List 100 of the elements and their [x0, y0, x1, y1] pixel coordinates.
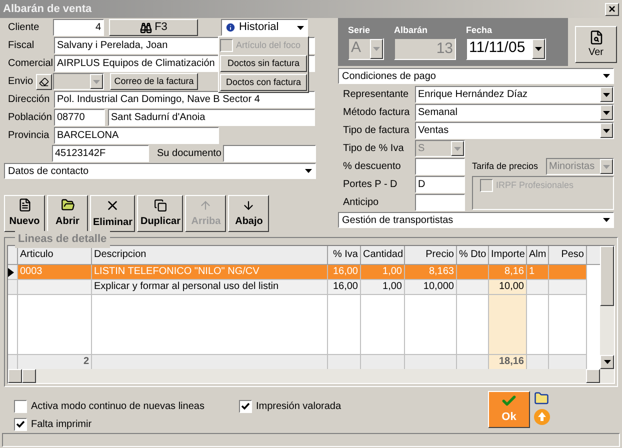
arrow-up-icon — [199, 198, 212, 212]
column-header[interactable]: Alm — [527, 246, 549, 264]
dropdown-arrow-icon — [603, 218, 610, 222]
vertical-scrollbar[interactable] — [600, 246, 614, 369]
toolbar-button[interactable]: Nuevo — [4, 195, 45, 232]
copy-icon — [154, 198, 167, 212]
table-cell: 1,00 — [361, 280, 405, 295]
table-cell: 8,16 — [489, 265, 527, 280]
field-label: Tarifa de precios — [472, 160, 540, 173]
field-label: Tipo de factura — [343, 124, 410, 138]
menu-button[interactable]: Doctos sin factura — [220, 55, 307, 72]
input-field[interactable] — [415, 194, 465, 211]
dropdown-field[interactable]: Semanal — [415, 104, 614, 121]
table-cell: 1,00 — [361, 265, 405, 280]
dropdown-arrow-icon — [603, 164, 610, 168]
menu-button[interactable]: Doctos con factura — [220, 74, 307, 91]
input-field[interactable]: D — [415, 176, 465, 193]
table-cell: 16,00 — [328, 265, 361, 280]
input-field[interactable]: Pol. Industrial Can Domingo, Nave B Sector 4 — [54, 91, 315, 108]
eraser-icon — [39, 76, 49, 86]
total-cell — [405, 354, 457, 369]
table-cell: 10,000 — [405, 280, 457, 295]
total-cell — [361, 354, 405, 369]
option-checkbox[interactable]: Impresión valorada — [239, 399, 342, 414]
total-cell: 18,16 — [489, 354, 527, 369]
column-header[interactable]: % Iva — [328, 246, 361, 264]
toolbar-button[interactable]: Eliminar — [90, 195, 136, 232]
binoculars-icon — [140, 22, 152, 34]
table-cell: 16,00 — [328, 280, 361, 295]
toolbar-button[interactable]: Duplicar — [137, 195, 184, 232]
section-dropdown[interactable]: Datos de contacto — [4, 163, 316, 179]
column-header[interactable]: Peso — [549, 246, 587, 264]
document-icon — [18, 198, 32, 212]
dropdown-arrow-icon — [454, 146, 461, 150]
field-label: Fecha — [466, 24, 494, 37]
horizontal-scrollbar[interactable] — [8, 369, 614, 383]
table-cell — [457, 280, 489, 295]
dropdown-arrow-icon — [603, 128, 610, 132]
input-field[interactable]: Sant Sadurní d'Anoia — [108, 109, 315, 126]
table-cell — [549, 265, 587, 280]
table-cell: 10,00 — [489, 280, 527, 295]
dropdown-field[interactable]: Ventas — [415, 122, 614, 139]
table-cell: Explicar y formar al personal uso del listin — [92, 280, 328, 295]
dropdown-field[interactable]: Enrique Hernández Díaz — [415, 86, 614, 103]
dropdown-arrow-icon — [305, 169, 312, 173]
dropdown-arrow-icon — [603, 74, 610, 78]
column-header[interactable]: Descripcion — [92, 246, 328, 264]
folder-icon — [60, 198, 74, 212]
field-label: Tipo de % Iva — [343, 142, 405, 156]
document-search-icon — [588, 30, 604, 44]
field-label: Provincia — [8, 129, 50, 143]
dropdown-arrow-icon — [603, 92, 610, 96]
history-dropdown[interactable]: Historial — [221, 19, 308, 36]
column-header[interactable]: Precio — [405, 246, 457, 264]
field-label: Población — [8, 111, 53, 125]
section-dropdown[interactable]: Gestión de transportistas — [338, 212, 614, 228]
view-button[interactable]: Ver — [575, 26, 617, 63]
input-field[interactable]: 08770 — [54, 109, 105, 126]
input-field[interactable] — [415, 158, 465, 175]
column-header[interactable]: Importe — [489, 246, 527, 264]
group-title: Lineas de detalle — [15, 231, 110, 248]
input-field[interactable]: 4 — [53, 19, 104, 36]
option-checkbox[interactable]: Activa modo continuo de nuevas lineas — [14, 399, 239, 414]
option-checkbox[interactable]: Falta imprimir — [14, 417, 239, 432]
window-title: Albarán de venta — [3, 2, 92, 17]
dropdown-field[interactable] — [53, 73, 104, 90]
search-button[interactable]: F3 — [109, 19, 198, 36]
checkbox[interactable] — [14, 400, 27, 413]
arrow-down-icon — [242, 198, 256, 212]
dropdown-arrow-icon — [535, 46, 542, 50]
close-button[interactable]: × — [605, 2, 619, 16]
field-label: Anticipo — [343, 196, 380, 210]
table-cell: 0003 — [18, 265, 92, 280]
input-field[interactable]: BARCELONA — [54, 127, 219, 144]
folder-icon[interactable] — [534, 391, 549, 406]
table-cell — [527, 280, 549, 295]
checkbox[interactable] — [239, 400, 252, 413]
column-header[interactable]: Cantidad — [361, 246, 405, 264]
field-label: Cliente — [8, 21, 40, 35]
toolbar-button[interactable]: Abrir — [47, 195, 88, 232]
table-cell: 8,163 — [405, 265, 457, 280]
section-dropdown[interactable]: Condiciones de pago — [338, 68, 614, 84]
toolbar-button[interactable]: Abajo — [228, 195, 270, 232]
total-cell — [457, 354, 489, 369]
field-label: Fiscal — [8, 39, 36, 53]
eraser-button[interactable] — [36, 74, 52, 90]
dropdown-arrow-icon — [93, 80, 100, 84]
total-cell — [328, 354, 361, 369]
total-cell — [527, 354, 549, 369]
input-field[interactable] — [223, 145, 316, 162]
field-label: Portes P - D — [343, 178, 398, 192]
input-field[interactable]: 45123142F — [52, 145, 149, 162]
mail-button[interactable]: Correo de la factura — [110, 73, 198, 90]
total-cell — [549, 354, 587, 369]
field-label: Método factura — [343, 106, 411, 120]
column-header[interactable]: Articulo — [18, 246, 92, 264]
checkbox[interactable] — [14, 418, 27, 431]
field-label: Albarán — [394, 24, 429, 37]
dropdown-field[interactable]: 11/11/05 — [466, 38, 546, 60]
column-header[interactable]: % Dto — [457, 246, 489, 264]
